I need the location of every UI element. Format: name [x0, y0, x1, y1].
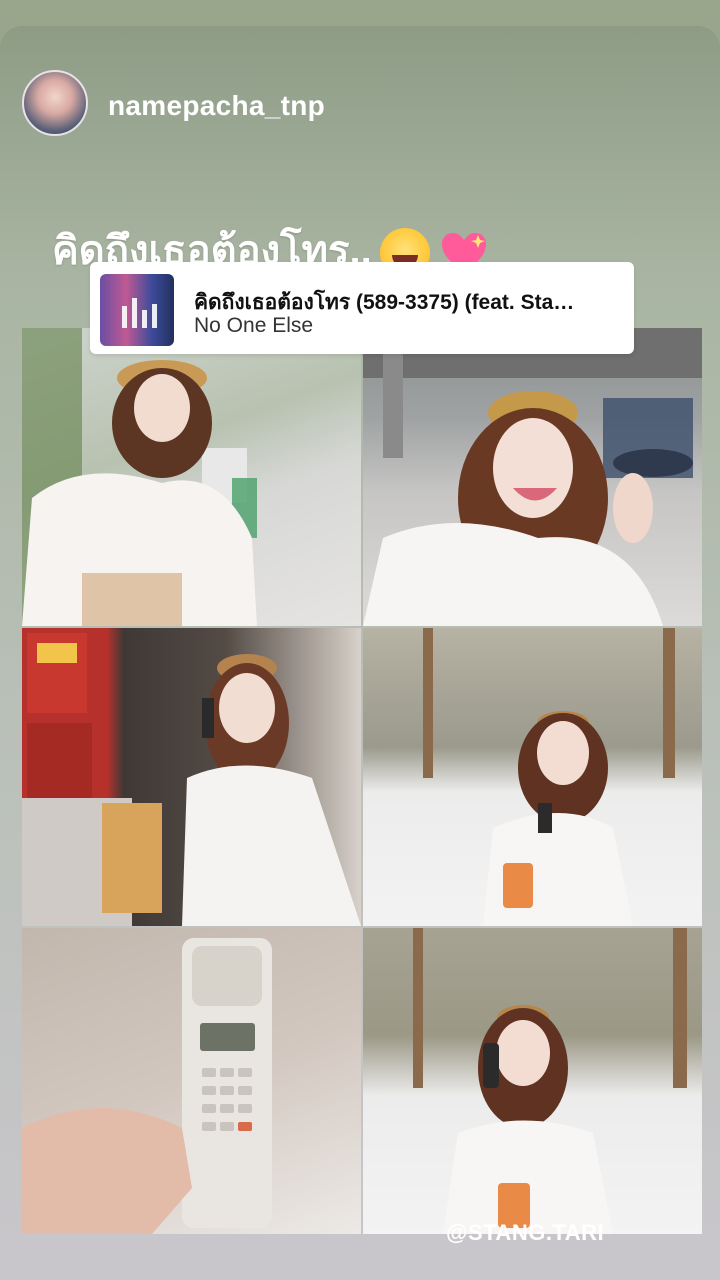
username[interactable]: namepacha_tnp: [108, 90, 325, 122]
photo-4: [363, 628, 702, 926]
photo-1: [22, 328, 361, 626]
photo-2: [363, 328, 702, 626]
story-container: namepacha_tnp คิดถึงเธอต้องโทร.. คิดถึงเ…: [0, 26, 720, 1280]
photo-collage: [22, 328, 702, 1234]
photo-credit[interactable]: @STANG.TARI: [446, 1220, 604, 1246]
album-art: [100, 274, 174, 346]
photo-6: [363, 928, 702, 1234]
photo-3: [22, 628, 361, 926]
photo-5: [22, 928, 361, 1234]
avatar[interactable]: [22, 70, 88, 136]
music-sticker[interactable]: คิดถึงเธอต้องโทร (589-3375) (feat. Sta… …: [90, 262, 634, 354]
song-artist: No One Else: [194, 314, 314, 337]
